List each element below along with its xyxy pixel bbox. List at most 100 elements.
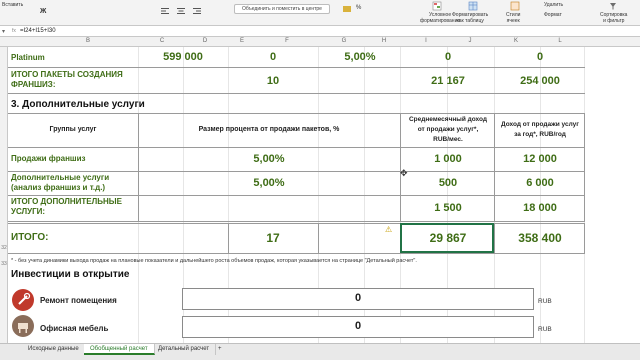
col-monthly-header: Среднемесячный доход от продажи услуг*, … [402,115,494,145]
cell-styles-label[interactable]: Стили ячеек [506,12,520,24]
delete-button[interactable]: Удалить [544,2,563,8]
service-row-2-yearly: 6 000 [526,177,554,189]
sheet-tabs: Исходные данные Обобщенный расчет Деталь… [0,343,640,360]
col-monthly-header-2: от продажи услуг*, [417,126,479,133]
column-f[interactable]: F [275,38,299,44]
add-sheet-button[interactable]: + [212,344,228,355]
service-row-2-monthly: 500 [438,177,458,189]
col-yearly-header: Доход от продажи услуг за год*, RUB/год [496,120,584,140]
column-j[interactable]: J [462,38,478,44]
col-monthly-header-1: Среднемесячный доход [408,116,488,123]
column-i[interactable]: I [418,38,434,44]
tab-source-data[interactable]: Исходные данные [22,344,86,355]
paste-label[interactable]: Вставить [2,2,23,8]
investment-item-2-label: Офисная мебель [40,324,109,333]
grand-total-monthly: 29 867 [429,231,467,245]
service-row-1-percent: 5,00% [253,153,285,165]
row-header: 32 33 [0,47,8,343]
col-yearly-header-2: за год*, RUB/год [514,131,566,138]
investment-item-1-label: Ремонт помещения [40,296,117,305]
column-header: B C D E F G H I J K L [0,37,640,47]
formula-input[interactable]: =I24+I15+I30 [20,28,56,34]
service-row-1-yearly: 12 000 [523,153,557,165]
cell-styles-icon[interactable] [510,1,520,11]
platinum-monthly: 0 [444,51,452,63]
sheet-grid[interactable]: 32 33 Platinum 599 000 0 5,00% 0 0 ИТОГО… [0,47,640,343]
grand-total-label: ИТОГО: [11,232,49,243]
platinum-percent: 5,00% [344,51,376,63]
currency-icon[interactable] [342,4,352,14]
investment-item-1-unit: RUB [538,298,552,305]
bold-icon[interactable]: Ж [40,8,50,18]
investments-title: Инвестиции в открытие [11,269,130,280]
col-percent-header: Размер процента от продажи пакетов, % [198,126,340,133]
align-center-icon[interactable] [176,6,186,16]
column-l[interactable]: L [552,38,568,44]
services-total-label-1: ИТОГО ДОПОЛНИТЕЛЬНЫЕ [11,197,122,206]
column-b[interactable]: B [58,38,118,44]
col-yearly-header-1: Доход от продажи услуг [501,121,579,128]
name-box-chevron-icon[interactable]: ▾ [2,28,5,35]
row-33-label[interactable]: 33 [0,261,8,267]
tab-detailed[interactable]: Детальный расчет [152,344,217,355]
repair-icon [12,289,34,311]
conditional-format-icon[interactable] [432,1,442,11]
section3-title: 3. Дополнительные услуги [11,99,145,110]
franchise-total-count: 10 [266,75,280,87]
franchise-total-yearly: 254 000 [520,75,560,87]
franchise-total-monthly: 21 167 [431,75,465,87]
sort-filter-label[interactable]: Сортировка и фильтр [600,12,627,24]
sort-filter-label-2: и фильтр [603,18,625,24]
formula-bar: ▾ fx =I24+I15+I30 [0,26,640,37]
franchise-total-label-1: ИТОГО ПАКЕТЫ СОЗДАНИЯ [11,70,123,79]
service-row-1-monthly: 1 000 [434,153,462,165]
sort-filter-icon[interactable] [608,1,618,11]
service-row-1-label: Продажи франшиз [11,154,86,163]
platinum-yearly: 0 [536,51,544,63]
tab-summary[interactable]: Обобщенный расчет [84,344,155,355]
footnote: * - без учета динамики выхода продаж на … [11,258,417,264]
grand-total-count: 17 [266,231,280,245]
franchise-total-label: ИТОГО ПАКЕТЫ СОЗДАНИЯ ФРАНШИЗ: [11,70,123,90]
merge-center-button[interactable]: Объединить и поместить в центре [234,4,330,14]
format-as-table-label-2: как таблицу [456,18,484,24]
services-total-monthly: 1 500 [434,202,462,214]
service-row-2-label-1: Дополнительные услуги [11,173,110,182]
services-total-yearly: 18 000 [523,202,557,214]
ribbon: Вставить Ж Объединить и поместить в цент… [0,0,640,26]
col-group-header: Группы услуг [49,126,97,133]
investment-item-2-unit: RUB [538,326,552,333]
column-c[interactable]: C [150,38,174,44]
format-as-table-label[interactable]: Форматировать как таблицу [452,12,488,24]
investment-item-2-value: 0 [354,320,362,332]
merge-center-label: Объединить и поместить в центре [242,6,322,12]
move-cursor-icon: ✥ [400,168,408,178]
service-row-2-label-2: (анализ франшиз и т.д.) [11,183,106,192]
franchise-total-label-2: ФРАНШИЗ: [11,80,56,89]
warning-icon[interactable]: ⚠ [385,225,392,234]
service-row-2-label: Дополнительные услуги (анализ франшиз и … [11,173,109,193]
column-g[interactable]: G [334,38,354,44]
row-32-label[interactable]: 32 [0,245,8,251]
fx-label: fx [12,28,16,34]
platinum-count: 0 [269,51,277,63]
column-d[interactable]: D [190,38,220,44]
format-as-table-icon[interactable] [468,1,478,11]
column-e[interactable]: E [232,38,252,44]
office-furniture-icon [12,315,34,337]
align-left-icon[interactable] [160,6,170,16]
service-row-2-percent: 5,00% [253,177,285,189]
platinum-label: Platinum [11,53,45,62]
percent-button[interactable]: % [356,5,361,11]
column-h[interactable]: H [376,38,392,44]
services-total-label: ИТОГО ДОПОЛНИТЕЛЬНЫЕ УСЛУГИ: [11,197,122,217]
investment-item-1-value: 0 [354,292,362,304]
col-monthly-header-3: RUB/мес. [433,136,463,143]
align-right-icon[interactable] [192,6,202,16]
services-total-label-2: УСЛУГИ: [11,207,46,216]
grand-total-yearly: 358 400 [518,231,562,245]
column-k[interactable]: K [508,38,524,44]
format-button[interactable]: Формат [544,12,562,18]
platinum-price: 599 000 [163,51,203,63]
cell-styles-label-2: ячеек [506,18,520,24]
